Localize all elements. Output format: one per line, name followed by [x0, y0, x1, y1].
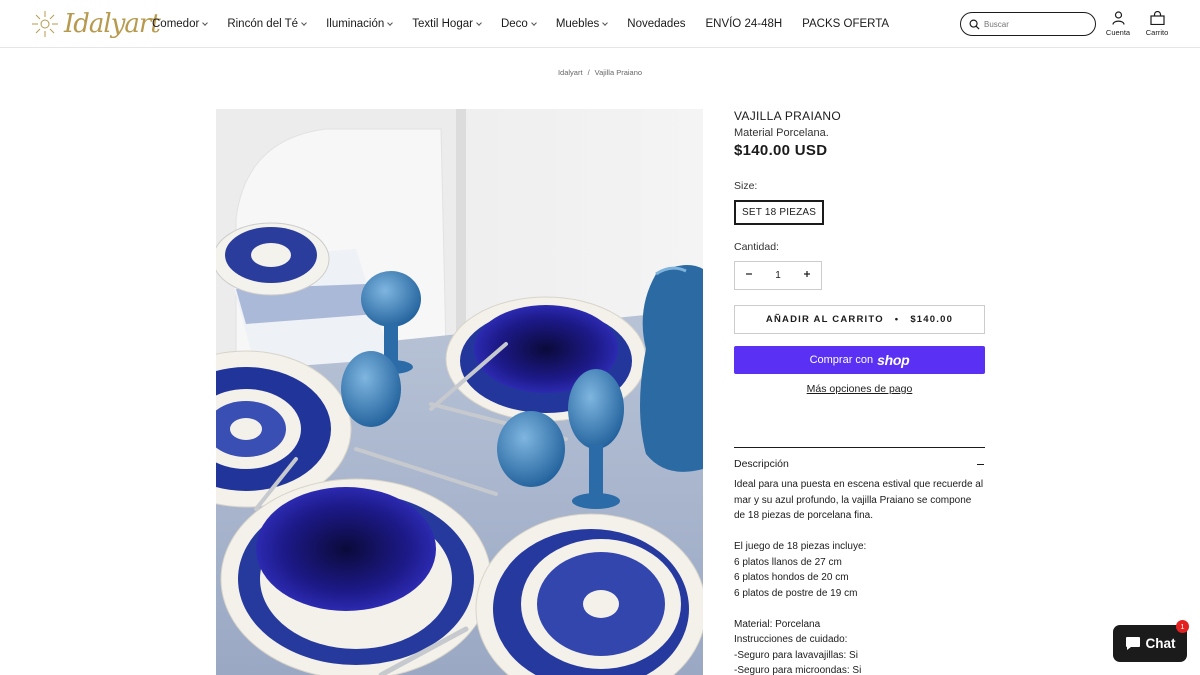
description-paragraph: Ideal para una puesta en escena estival …	[734, 479, 984, 521]
description-heading: Descripción	[734, 458, 789, 470]
quantity-stepper: 1	[734, 261, 822, 290]
decrease-quantity-button[interactable]	[745, 270, 753, 281]
nav-item-comedor[interactable]: Comedor	[152, 18, 209, 30]
breadcrumb-separator: /	[587, 68, 590, 77]
chevron-down-icon	[530, 19, 537, 26]
product-photo-illustration	[216, 109, 703, 675]
add-to-cart-button[interactable]: AÑADIR AL CARRITO • $140.00	[734, 305, 985, 334]
breadcrumb-home[interactable]: Idalyart	[558, 68, 583, 77]
add-to-cart-separator: •	[894, 314, 900, 325]
nav-item-novedades[interactable]: Novedades	[627, 18, 685, 30]
product-price: $140.00 USD	[734, 142, 828, 159]
search-box[interactable]	[960, 12, 1096, 36]
description-body: Ideal para una puesta en escena estival …	[734, 477, 985, 675]
description-paragraph: Material: Porcelana Instrucciones de cui…	[734, 618, 862, 675]
product-image[interactable]	[216, 109, 703, 675]
account-button[interactable]: Cuenta	[1098, 11, 1138, 37]
description-paragraph: El juego de 18 piezas incluye: 6 platos …	[734, 541, 867, 599]
search-input[interactable]	[984, 19, 1084, 29]
product-subtitle: Material Porcelana.	[734, 127, 829, 139]
minus-icon	[746, 273, 752, 275]
nav-item-label: Textil Hogar	[412, 18, 473, 30]
nav-item-label: Comedor	[152, 18, 200, 30]
shop-pay-button[interactable]: Comprar con shop	[734, 346, 985, 374]
collapse-icon	[977, 464, 984, 465]
increase-quantity-button[interactable]	[803, 270, 811, 281]
description-toggle[interactable]: Descripción	[734, 447, 985, 470]
nav-item-label: PACKS OFERTA	[802, 18, 890, 30]
sun-logo-icon	[32, 11, 58, 37]
chat-label: Chat	[1145, 636, 1176, 651]
size-label: Size:	[734, 180, 758, 192]
shop-logo: shop	[877, 352, 910, 368]
nav-item-packs-oferta[interactable]: PACKS OFERTA	[802, 18, 889, 30]
main-nav: Comedor Rincón del Té Iluminación Textil…	[152, 0, 909, 48]
chevron-down-icon	[602, 19, 609, 26]
more-payment-options-link[interactable]: Más opciones de pago	[734, 383, 985, 395]
chevron-down-icon	[387, 19, 394, 26]
breadcrumb: Idalyart / Vajilla Praiano	[0, 68, 1200, 77]
breadcrumb-current: Vajilla Praiano	[594, 68, 643, 77]
add-to-cart-price: $140.00	[910, 314, 954, 325]
nav-item-iluminacion[interactable]: Iluminación	[326, 18, 394, 30]
nav-item-label: Novedades	[627, 18, 686, 30]
cart-label: Carrito	[1145, 28, 1169, 37]
chevron-down-icon	[202, 19, 209, 26]
chevron-down-icon	[476, 19, 482, 26]
logo[interactable]: Idalyart	[30, 5, 161, 43]
chat-bubble-icon	[1125, 637, 1140, 650]
chevron-down-icon	[301, 19, 307, 26]
nav-item-deco[interactable]: Deco	[500, 18, 537, 30]
chat-badge: 1	[1176, 620, 1189, 633]
nav-item-rincon-del-te[interactable]: Rincón del Té	[227, 18, 307, 30]
size-option-set-18[interactable]: SET 18 PIEZAS	[734, 200, 825, 225]
quantity-label: Cantidad:	[734, 241, 779, 253]
logo-text: Idalyart	[64, 9, 161, 39]
account-label: Cuenta	[1105, 28, 1131, 37]
cart-button[interactable]: Carrito	[1137, 11, 1177, 37]
search-icon	[969, 19, 980, 30]
site-header: Idalyart Comedor Rincón del Té Iluminaci…	[0, 0, 1200, 48]
bag-icon	[1149, 11, 1165, 25]
quantity-value[interactable]: 1	[775, 270, 781, 281]
shop-pay-label: Comprar con	[809, 354, 874, 366]
nav-item-label: ENVÍO 24-48H	[705, 18, 783, 30]
product-title: VAJILLA PRAIANO	[734, 109, 841, 123]
nav-item-textil-hogar[interactable]: Textil Hogar	[412, 18, 482, 30]
nav-item-muebles[interactable]: Muebles	[555, 18, 609, 30]
plus-icon	[804, 271, 810, 277]
add-to-cart-label: AÑADIR AL CARRITO	[765, 314, 884, 325]
nav-item-envio[interactable]: ENVÍO 24-48H	[705, 18, 782, 30]
nav-item-label: Iluminación	[326, 18, 385, 30]
user-icon	[1111, 11, 1125, 25]
nav-item-label: Rincón del Té	[227, 18, 299, 30]
nav-item-label: Deco	[500, 18, 528, 30]
chat-button[interactable]: Chat	[1113, 625, 1187, 662]
nav-item-label: Muebles	[555, 18, 600, 30]
product-info: VAJILLA PRAIANO Material Porcelana. $140…	[734, 109, 985, 675]
